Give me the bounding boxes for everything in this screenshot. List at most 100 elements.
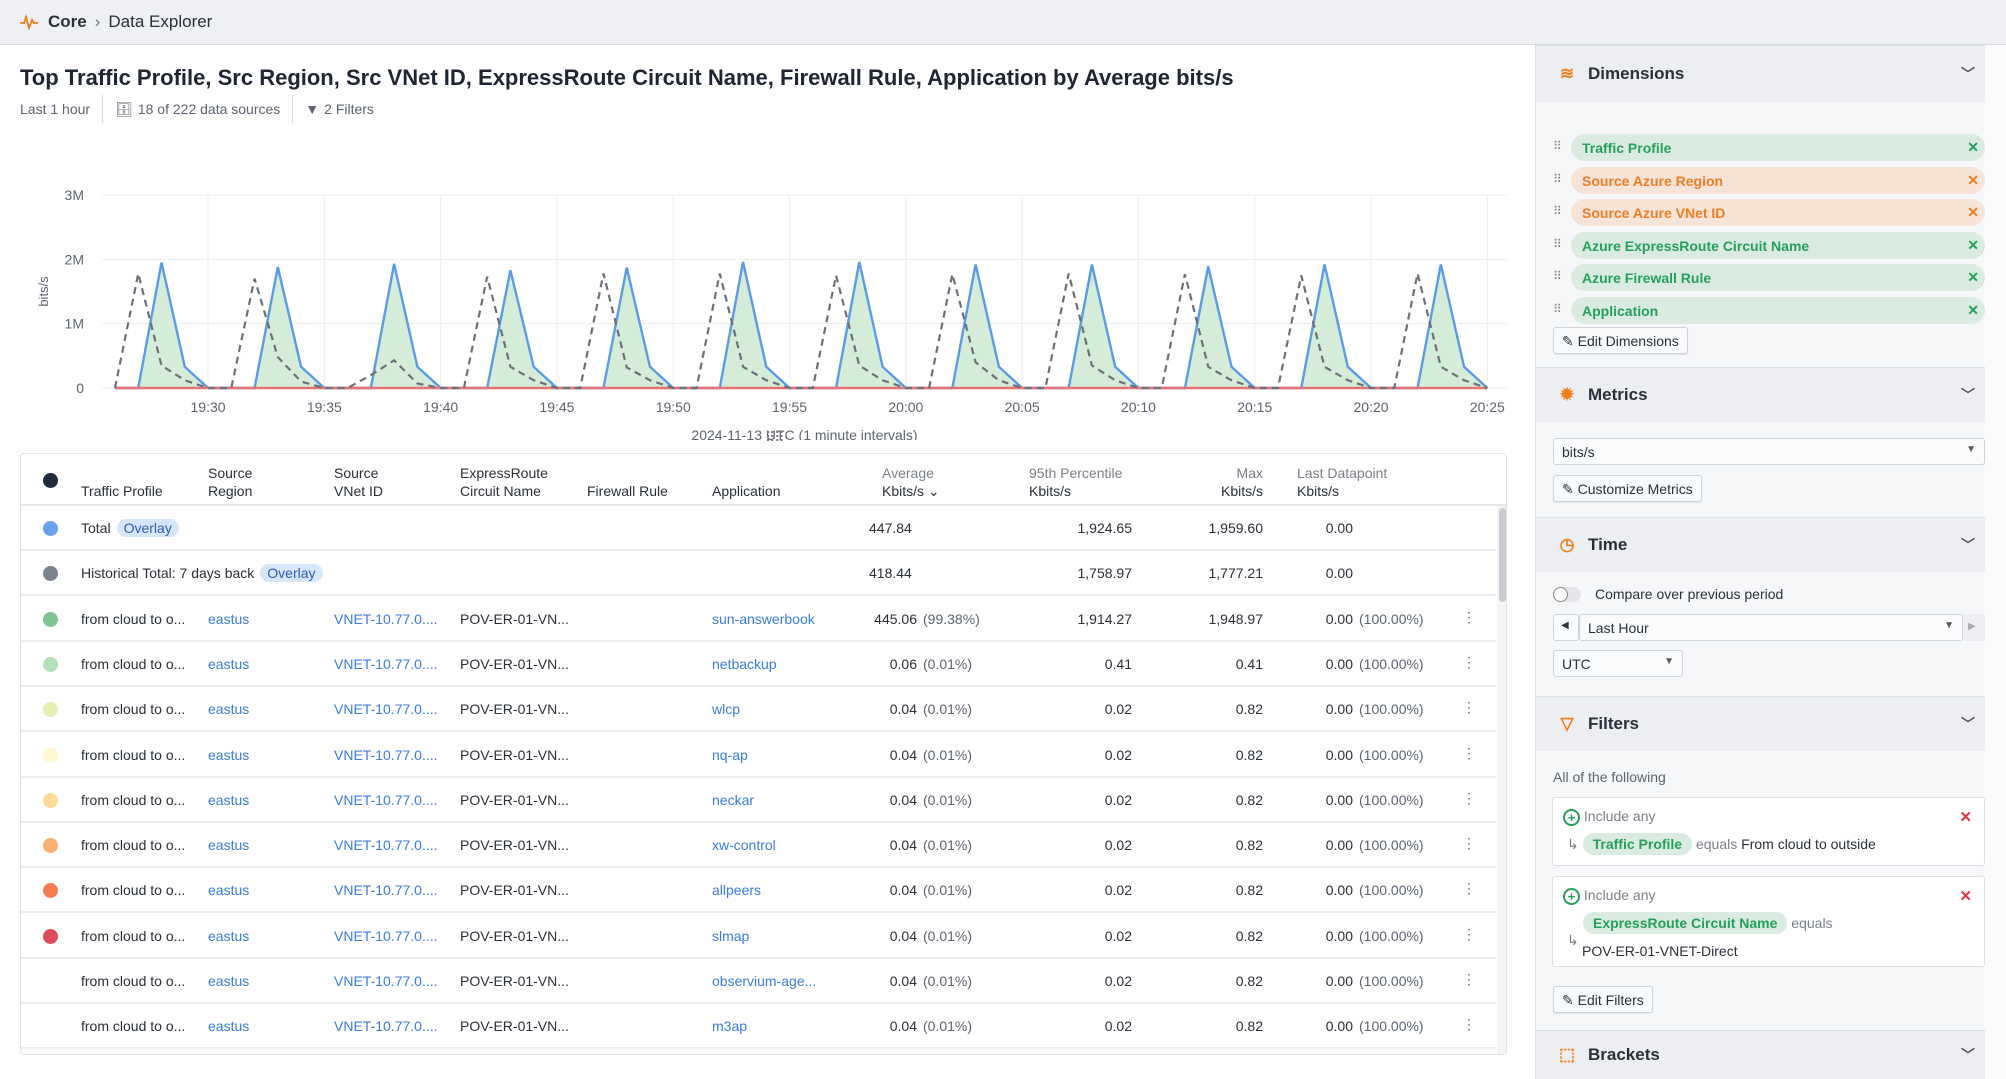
chevron-down-icon[interactable]: ﹀ <box>1961 535 1975 555</box>
more-options-icon[interactable]: ⋮ <box>1462 971 1476 988</box>
next-range-button[interactable]: ▶ <box>1963 614 1985 641</box>
more-options-icon[interactable]: ⋮ <box>1462 790 1476 807</box>
remove-dimension-icon[interactable]: ✕ <box>1967 172 1979 189</box>
chevron-down-icon[interactable]: ﹀ <box>1961 64 1975 84</box>
application-link[interactable]: sun-answerbook <box>712 611 815 627</box>
region-link[interactable]: eastus <box>208 611 249 627</box>
col-circuit-name[interactable]: ExpressRoute Circuit Name <box>460 464 548 500</box>
drag-handle-icon[interactable]: ⠿ <box>1553 172 1565 186</box>
drag-handle-icon[interactable]: ⠿ <box>1553 302 1565 316</box>
dimension-pill[interactable]: Application ✕ <box>1571 296 1985 324</box>
drag-handle-icon[interactable]: ⠿ <box>1553 204 1565 218</box>
col-source-region[interactable]: Source Region <box>208 464 252 500</box>
chevron-down-icon[interactable]: ﹀ <box>1961 385 1975 405</box>
vnet-link[interactable]: VNET-10.77.0.... <box>334 792 438 808</box>
col-traffic-profile[interactable]: Traffic Profile <box>81 482 163 500</box>
region-link[interactable]: eastus <box>208 656 249 672</box>
series-color-dot[interactable] <box>43 792 58 808</box>
series-color-dot[interactable] <box>43 521 58 536</box>
series-color-dot[interactable] <box>43 838 58 854</box>
vnet-link[interactable]: VNET-10.77.0.... <box>334 701 438 717</box>
more-options-icon[interactable]: ⋮ <box>1462 926 1476 943</box>
more-options-icon[interactable]: ⋮ <box>1462 835 1476 852</box>
resize-handle-icon[interactable]: ⠿⠿ <box>765 429 784 446</box>
vnet-link[interactable]: VNET-10.77.0.... <box>334 656 438 672</box>
region-link[interactable]: eastus <box>208 837 249 853</box>
table-scrollbar[interactable] <box>1497 506 1506 1054</box>
dimension-pill[interactable]: Source Azure VNet ID ✕ <box>1571 199 1985 226</box>
application-link[interactable]: nq-ap <box>712 747 748 763</box>
metric-select[interactable]: bits/s ▼ <box>1553 438 1985 465</box>
timezone-select[interactable]: UTC ▼ <box>1553 650 1683 677</box>
more-options-icon[interactable]: ⋮ <box>1462 699 1476 716</box>
application-link[interactable]: netbackup <box>712 656 777 672</box>
more-options-icon[interactable]: ⋮ <box>1462 745 1476 762</box>
drag-handle-icon[interactable]: ⠿ <box>1553 269 1565 283</box>
data-sources[interactable]: 🗄 18 of 222 data sources <box>102 95 292 123</box>
col-source-vnet[interactable]: Source VNet ID <box>334 464 383 500</box>
compare-toggle[interactable] <box>1553 586 1581 602</box>
more-options-icon[interactable]: ⋮ <box>1462 609 1476 626</box>
remove-dimension-icon[interactable]: ✕ <box>1967 204 1979 221</box>
vnet-link[interactable]: VNET-10.77.0.... <box>334 747 438 763</box>
series-color-dot[interactable] <box>43 747 58 763</box>
breadcrumb-core[interactable]: Core <box>48 12 87 32</box>
overlay-row[interactable]: Historical Total: 7 days back Overlay 418… <box>21 551 1496 597</box>
series-color-dot[interactable] <box>43 566 58 582</box>
col-firewall-rule[interactable]: Firewall Rule <box>587 482 668 500</box>
plus-circle-icon[interactable]: + <box>1563 887 1580 905</box>
table-row[interactable]: from cloud to o... eastus VNET-10.77.0..… <box>21 778 1496 823</box>
application-link[interactable]: m3ap <box>712 1018 747 1034</box>
section-time[interactable]: ◷ Time ﹀ <box>1536 517 1985 572</box>
application-link[interactable]: allpeers <box>712 882 761 898</box>
chevron-down-icon[interactable]: ﹀ <box>1961 1045 1975 1065</box>
application-link[interactable]: neckar <box>712 792 754 808</box>
vnet-link[interactable]: VNET-10.77.0.... <box>334 1018 438 1034</box>
col-application[interactable]: Application <box>712 482 781 500</box>
table-row[interactable]: from cloud to o... eastus VNET-10.77.0..… <box>21 733 1496 778</box>
region-link[interactable]: eastus <box>208 882 249 898</box>
application-link[interactable]: observium-age... <box>712 973 816 989</box>
table-row[interactable]: from cloud to o... eastus VNET-10.77.0..… <box>21 687 1496 733</box>
dimension-pill[interactable]: Azure ExpressRoute Circuit Name ✕ <box>1571 231 1985 259</box>
region-link[interactable]: eastus <box>208 928 249 944</box>
plus-circle-icon[interactable]: + <box>1563 808 1580 826</box>
series-color-dot[interactable] <box>43 656 58 672</box>
table-row[interactable]: from cloud to o... eastus VNET-10.77.0..… <box>21 642 1496 687</box>
region-link[interactable]: eastus <box>208 973 249 989</box>
vnet-link[interactable]: VNET-10.77.0.... <box>334 837 438 853</box>
vnet-link[interactable]: VNET-10.77.0.... <box>334 611 438 627</box>
col-last-datapoint[interactable]: Last Datapoint Kbits/s <box>1297 464 1387 500</box>
remove-filter-icon[interactable]: ✕ <box>1959 808 1972 826</box>
more-options-icon[interactable]: ⋮ <box>1462 880 1476 897</box>
section-dimensions[interactable]: ≋ Dimensions ﹀ <box>1536 45 1985 102</box>
filter-group[interactable]: + Include any ✕ ↳ Traffic Profile equals… <box>1552 797 1985 866</box>
region-link[interactable]: eastus <box>208 1018 249 1034</box>
vnet-link[interactable]: VNET-10.77.0.... <box>334 928 438 944</box>
region-link[interactable]: eastus <box>208 792 249 808</box>
scrollbar-thumb[interactable] <box>1499 508 1506 602</box>
section-brackets[interactable]: ⬚ Brackets ﹀ <box>1536 1030 1985 1079</box>
dimension-pill[interactable]: Source Azure Region ✕ <box>1571 166 1985 194</box>
overlay-row[interactable]: Total Overlay 447.84 1,924.65 1,959.60 0.… <box>21 506 1496 551</box>
more-options-icon[interactable]: ⋮ <box>1462 1016 1476 1033</box>
drag-handle-icon[interactable]: ⠿ <box>1553 139 1565 153</box>
table-row[interactable]: from cloud to o... eastus VNET-10.77.0..… <box>21 823 1496 869</box>
vnet-link[interactable]: VNET-10.77.0.... <box>334 882 438 898</box>
remove-dimension-icon[interactable]: ✕ <box>1967 269 1979 286</box>
dimension-pill[interactable]: Traffic Profile ✕ <box>1571 134 1985 161</box>
col-average[interactable]: Average Kbits/s ⌄ <box>882 464 940 500</box>
col-max[interactable]: Max Kbits/s <box>1211 464 1263 500</box>
table-row[interactable]: from cloud to o... eastus VNET-10.77.0..… <box>21 1004 1496 1050</box>
edit-filters-button[interactable]: ✎ Edit Filters <box>1553 986 1653 1013</box>
color-toggle-all[interactable] <box>43 473 58 488</box>
time-range-select[interactable]: Last Hour ▼ <box>1579 614 1963 641</box>
remove-dimension-icon[interactable]: ✕ <box>1967 139 1979 156</box>
col-95th-percentile[interactable]: 95th Percentile Kbits/s <box>1029 464 1122 500</box>
edit-dimensions-button[interactable]: ✎ Edit Dimensions <box>1553 327 1688 354</box>
dimension-pill[interactable]: Azure Firewall Rule ✕ <box>1571 264 1985 291</box>
customize-metrics-button[interactable]: ✎ Customize Metrics <box>1553 475 1702 502</box>
filters-count[interactable]: ▼ 2 Filters <box>292 95 386 123</box>
previous-range-button[interactable]: ◀ <box>1553 614 1579 641</box>
application-link[interactable]: xw-control <box>712 837 776 853</box>
